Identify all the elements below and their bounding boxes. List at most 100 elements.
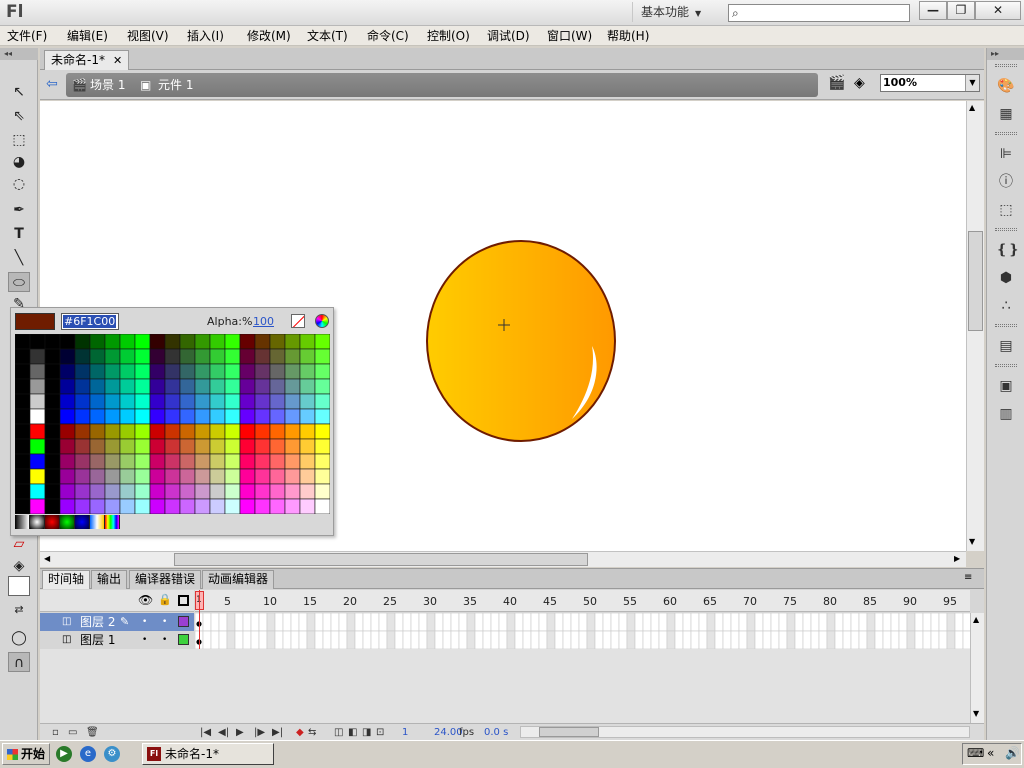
line-tool-icon[interactable]: ╲ [8,248,30,268]
alpha-value[interactable]: 100 [253,315,274,328]
vertical-scroll-thumb[interactable] [968,231,983,331]
collapse-icon[interactable]: ◂◂ [0,48,38,60]
lock-dot[interactable]: • [162,631,167,649]
gradient-swatch-row[interactable] [15,515,122,529]
common-library-icon[interactable]: ▥ [996,404,1016,424]
swatches-panel-icon[interactable]: ▦ [996,104,1016,124]
scroll-down-icon[interactable]: ▼ [973,709,979,718]
library-panel-icon[interactable]: ▣ [996,376,1016,396]
onion-outline-icon[interactable]: ◧ [348,725,357,741]
breadcrumb-scene[interactable]: 场景 1 [90,77,125,93]
swatch-grid[interactable] [15,334,330,514]
menu-file[interactable]: 文件(F) [7,27,47,45]
minimize-button[interactable]: — [919,1,947,20]
tab-output[interactable]: 输出 [91,570,128,589]
menu-insert[interactable]: 插入(I) [187,27,224,45]
help-search-input[interactable]: ⌕ [728,4,910,22]
layer-row-2[interactable]: ◫ 图层 2 ✎ • • [40,613,194,631]
keyboard-icon[interactable]: ⌨ [967,746,984,760]
gradient-blue-yellow[interactable] [90,515,105,529]
onion-markers-icon[interactable]: ⊡ [376,725,384,741]
lock-dot[interactable]: • [162,613,167,631]
free-transform-tool-icon[interactable]: ⬚ [8,130,30,150]
hex-color-input[interactable]: #6F1C00 [61,313,119,330]
timeline-scroll-thumb[interactable] [539,727,599,737]
outline-icon[interactable] [178,595,189,606]
back-arrow-icon[interactable]: ⇦ [46,76,58,92]
scroll-up-icon[interactable]: ▲ [973,615,979,624]
next-frame-icon[interactable]: |▶ [254,725,265,741]
edit-scene-icon[interactable]: 🎬 [828,75,845,91]
menu-window[interactable]: 窗口(W) [547,27,592,45]
taskbar-item-flash[interactable]: Fl 未命名-1* [142,743,274,765]
scene-panel-icon[interactable]: ▤ [996,336,1016,356]
expand-icon[interactable]: ▸▸ [987,48,1024,60]
info-panel-icon[interactable]: ⓘ [996,172,1016,192]
menu-commands[interactable]: 命令(C) [367,27,409,45]
gradient-radial-red[interactable] [45,515,60,529]
menu-view[interactable]: 视图(V) [127,27,169,45]
start-button[interactable]: 开始 [2,743,50,765]
visibility-dot[interactable]: • [142,631,147,649]
gradient-black-white[interactable] [15,515,30,529]
tab-motion-editor[interactable]: 动画编辑器 [202,570,275,589]
gradient-radial-blue[interactable] [75,515,90,529]
menu-control[interactable]: 控制(O) [427,27,470,45]
fill-color-icon[interactable]: ◈ [8,556,30,576]
play-icon[interactable]: ▶ [236,725,244,741]
selection-tool-icon[interactable]: ↖ [8,82,30,102]
layer-row-1[interactable]: ◫ 图层 1 • • [40,631,194,649]
timeline-vertical-scrollbar[interactable]: ▲ ▼ [970,613,984,723]
menu-modify[interactable]: 修改(M) [247,27,291,45]
timeline-horizontal-scrollbar[interactable] [520,726,970,738]
scroll-right-icon[interactable]: ▶ [954,554,960,563]
components-panel-icon[interactable]: ⬢ [996,268,1016,288]
eye-icon[interactable]: 👁 [138,593,153,607]
center-frame-icon[interactable]: ◆ [296,725,304,741]
gradient-rainbow[interactable] [105,515,120,529]
current-frame[interactable]: 1 [402,725,408,741]
layer-outline-color[interactable] [178,616,189,627]
scroll-left-icon[interactable]: ◀ [44,554,50,563]
panel-grip[interactable] [995,132,1017,135]
align-panel-icon[interactable]: ⊫ [996,144,1016,164]
loop-icon[interactable]: ⇆ [308,725,316,741]
menu-help[interactable]: 帮助(H) [607,27,649,45]
first-frame-icon[interactable]: |◀ [200,725,211,741]
panel-grip[interactable] [995,64,1017,67]
color-panel-icon[interactable]: 🎨 [996,76,1016,96]
3d-rotation-tool-icon[interactable]: ◕ [8,152,30,172]
workspace-switcher[interactable]: 基本功能 ▼ [632,2,716,22]
new-folder-icon[interactable]: ▭ [68,725,77,741]
visibility-dot[interactable]: • [142,613,147,631]
edit-multiple-frames-icon[interactable]: ◨ [362,725,371,741]
motion-presets-icon[interactable]: ∴ [996,296,1016,316]
pen-tool-icon[interactable]: ✒ [8,200,30,220]
horizontal-scroll-thumb[interactable] [174,553,588,566]
swap-colors-icon[interactable]: ⇄ [8,600,30,620]
document-tab[interactable]: 未命名-1* ✕ [44,50,130,70]
object-drawing-icon[interactable]: ◯ [8,628,30,648]
panel-grip[interactable] [995,324,1017,327]
tab-compiler-errors[interactable]: 编译器错误 [129,570,202,589]
close-icon[interactable]: ✕ [113,54,122,67]
snap-magnet-icon[interactable]: ∩ [8,652,30,672]
transform-panel-icon[interactable]: ⬚ [996,200,1016,220]
color-picker-icon[interactable] [315,314,329,328]
fill-swatch[interactable] [8,576,30,596]
menu-debug[interactable]: 调试(D) [487,27,530,45]
no-color-icon[interactable] [291,314,305,328]
onion-skin-icon[interactable]: ◫ [334,725,343,741]
close-window-button[interactable]: ✕ [975,1,1021,20]
panel-grip[interactable] [995,364,1017,367]
new-layer-icon[interactable]: ▫ [52,725,59,741]
delete-layer-icon[interactable]: 🗑 [86,725,99,741]
layer-outline-color[interactable] [178,634,189,645]
stage-vertical-scrollbar[interactable]: ▲ ▼ [966,101,984,551]
menu-edit[interactable]: 编辑(E) [67,27,108,45]
breadcrumb-symbol[interactable]: 元件 1 [158,77,193,93]
zoom-select[interactable]: 100% ▼ [880,74,980,92]
code-snippets-icon[interactable]: ❴❵ [996,240,1019,260]
settings-icon[interactable]: ⚙ [104,746,120,762]
stroke-color-icon[interactable]: ▱ [8,534,30,554]
